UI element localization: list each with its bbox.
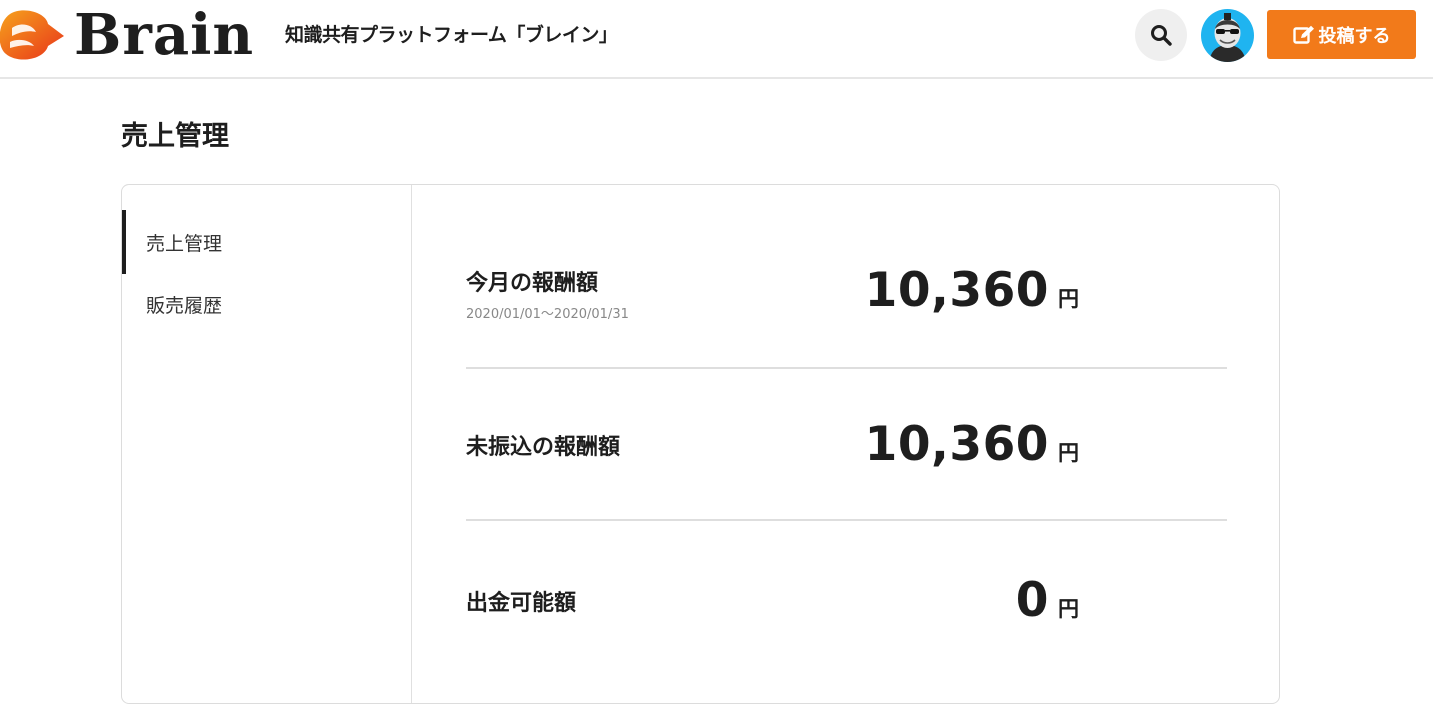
brain-logo-icon[interactable] xyxy=(0,10,66,60)
sales-sidebar: 売上管理 販売履歴 xyxy=(122,185,412,703)
monthly-reward-label: 今月の報酬額 xyxy=(466,271,599,296)
unpaid-reward-row: 未振込の報酬額 10,360 円 xyxy=(466,397,1227,497)
sales-card: 売上管理 販売履歴 今月の報酬額 2020/01/01〜2020/01/31 1… xyxy=(121,184,1280,704)
search-icon xyxy=(1151,25,1172,46)
amount-unit: 円 xyxy=(1058,441,1079,465)
monthly-reward-row: 今月の報酬額 2020/01/01〜2020/01/31 10,360 円 xyxy=(466,247,1227,347)
monthly-reward-period: 2020/01/01〜2020/01/31 xyxy=(466,307,629,322)
edit-icon xyxy=(1292,25,1314,44)
user-avatar[interactable] xyxy=(1201,9,1254,62)
unpaid-reward-label: 未振込の報酬額 xyxy=(466,435,621,460)
sidebar-item-label: 売上管理 xyxy=(146,232,223,255)
divider xyxy=(466,519,1227,521)
post-button[interactable]: 投稿する xyxy=(1267,10,1416,59)
divider xyxy=(466,367,1227,369)
avatar-image xyxy=(1201,9,1254,62)
withdrawable-row: 出金可能額 0 円 xyxy=(466,553,1227,653)
search-button[interactable] xyxy=(1135,9,1187,61)
logo-text[interactable]: Brain xyxy=(74,2,254,68)
sidebar-item-sales-history[interactable]: 販売履歴 xyxy=(122,272,412,336)
page-title: 売上管理 xyxy=(121,121,229,152)
withdrawable-label: 出金可能額 xyxy=(466,591,577,616)
amount-unit: 円 xyxy=(1058,287,1079,311)
amount-value: 10,360 xyxy=(864,417,1049,472)
amount-value: 0 xyxy=(1015,573,1049,628)
sidebar-item-sales-management[interactable]: 売上管理 xyxy=(122,210,412,274)
unpaid-reward-amount: 10,360 円 xyxy=(865,417,1079,472)
top-header: Brain 知識共有プラットフォーム「ブレイン」 投稿する xyxy=(0,0,1433,79)
withdrawable-amount: 0 円 xyxy=(1016,573,1079,628)
post-button-label: 投稿する xyxy=(1318,25,1391,47)
amount-value: 10,360 xyxy=(864,263,1049,318)
monthly-reward-amount: 10,360 円 xyxy=(865,263,1079,318)
sales-summary: 今月の報酬額 2020/01/01〜2020/01/31 10,360 円 未振… xyxy=(413,185,1279,703)
site-tagline: 知識共有プラットフォーム「ブレイン」 xyxy=(285,24,618,46)
amount-unit: 円 xyxy=(1058,597,1079,621)
sidebar-item-label: 販売履歴 xyxy=(146,294,223,317)
